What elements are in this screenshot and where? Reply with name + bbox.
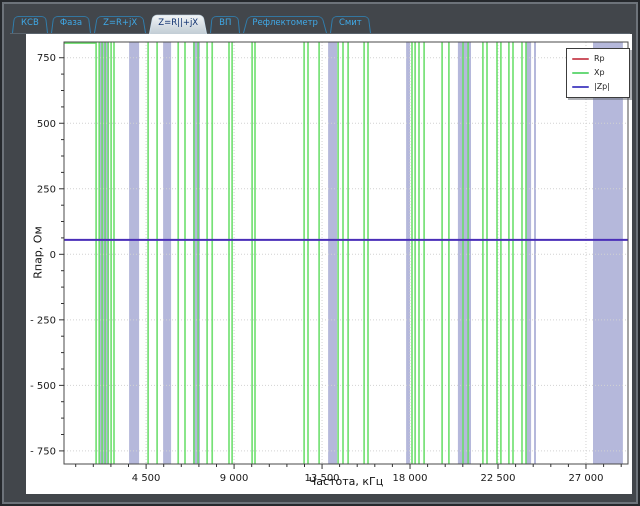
tab-label: Смит [339,18,362,28]
legend-label: Xp [594,69,605,77]
tab-label: КСВ [21,18,39,28]
y-tick-label: 0 [50,250,56,261]
legend-item-rp: Rp [572,55,624,63]
zp-high-band [458,42,471,464]
legend-label: |Zp| [594,83,610,91]
tab-label: Z=R||+jX [158,18,198,28]
legend-item-xp: Xp [572,69,624,77]
tab-faza[interactable]: Фаза [51,14,91,33]
tab-label: ВП [219,18,231,28]
tab-z-series[interactable]: Z=R+jX [94,14,146,33]
zp-high-band [593,42,623,464]
y-tick-label: - 500 [30,381,56,392]
tab-reflektometr[interactable]: Рефлектометр [243,14,327,33]
legend-swatch-icon [572,72,589,74]
tab-ksv[interactable]: КСВ [12,14,48,33]
y-tick-label: 500 [37,119,56,130]
chart-legend: Rp Xp |Zp| [566,48,630,98]
tab-label: Рефлектометр [252,18,318,28]
legend-swatch-icon [572,86,589,88]
chart-panel: 4 5009 00013 50018 00022 50027 000750500… [26,34,632,494]
y-tick-label: 750 [37,53,56,64]
legend-swatch-icon [572,58,589,60]
zp-high-band [328,42,337,464]
tab-label: Фаза [60,18,82,28]
x-axis-title: Частота, кГц [64,475,628,488]
y-axis-title: Rпар, Ом [32,218,45,288]
y-tick-label: - 750 [30,446,56,457]
tab-vp[interactable]: ВП [210,14,240,33]
zp-high-band [163,42,171,464]
zp-high-band [406,42,410,464]
tab-z-parallel[interactable]: Z=R||+jX [149,12,207,34]
zp-high-band [129,42,139,464]
zp-high-band [99,42,108,464]
y-tick-label: 250 [37,184,56,195]
tab-label: Z=R+jX [103,18,137,28]
legend-item-zp: |Zp| [572,83,624,91]
legend-label: Rp [594,55,605,63]
y-tick-label: - 250 [30,315,56,326]
tab-smit[interactable]: Смит [330,14,371,33]
app-window: КСВФазаZ=R+jXZ=R||+jXВПРефлектометрСмит … [0,0,640,506]
zp-high-band [534,42,536,464]
chart-svg[interactable]: 4 5009 00013 50018 00022 50027 000750500… [26,34,632,494]
tab-bar: КСВ Фаза Z=R+jX Z=R||+jX ВП Рефлектометр Смит [10,8,630,34]
